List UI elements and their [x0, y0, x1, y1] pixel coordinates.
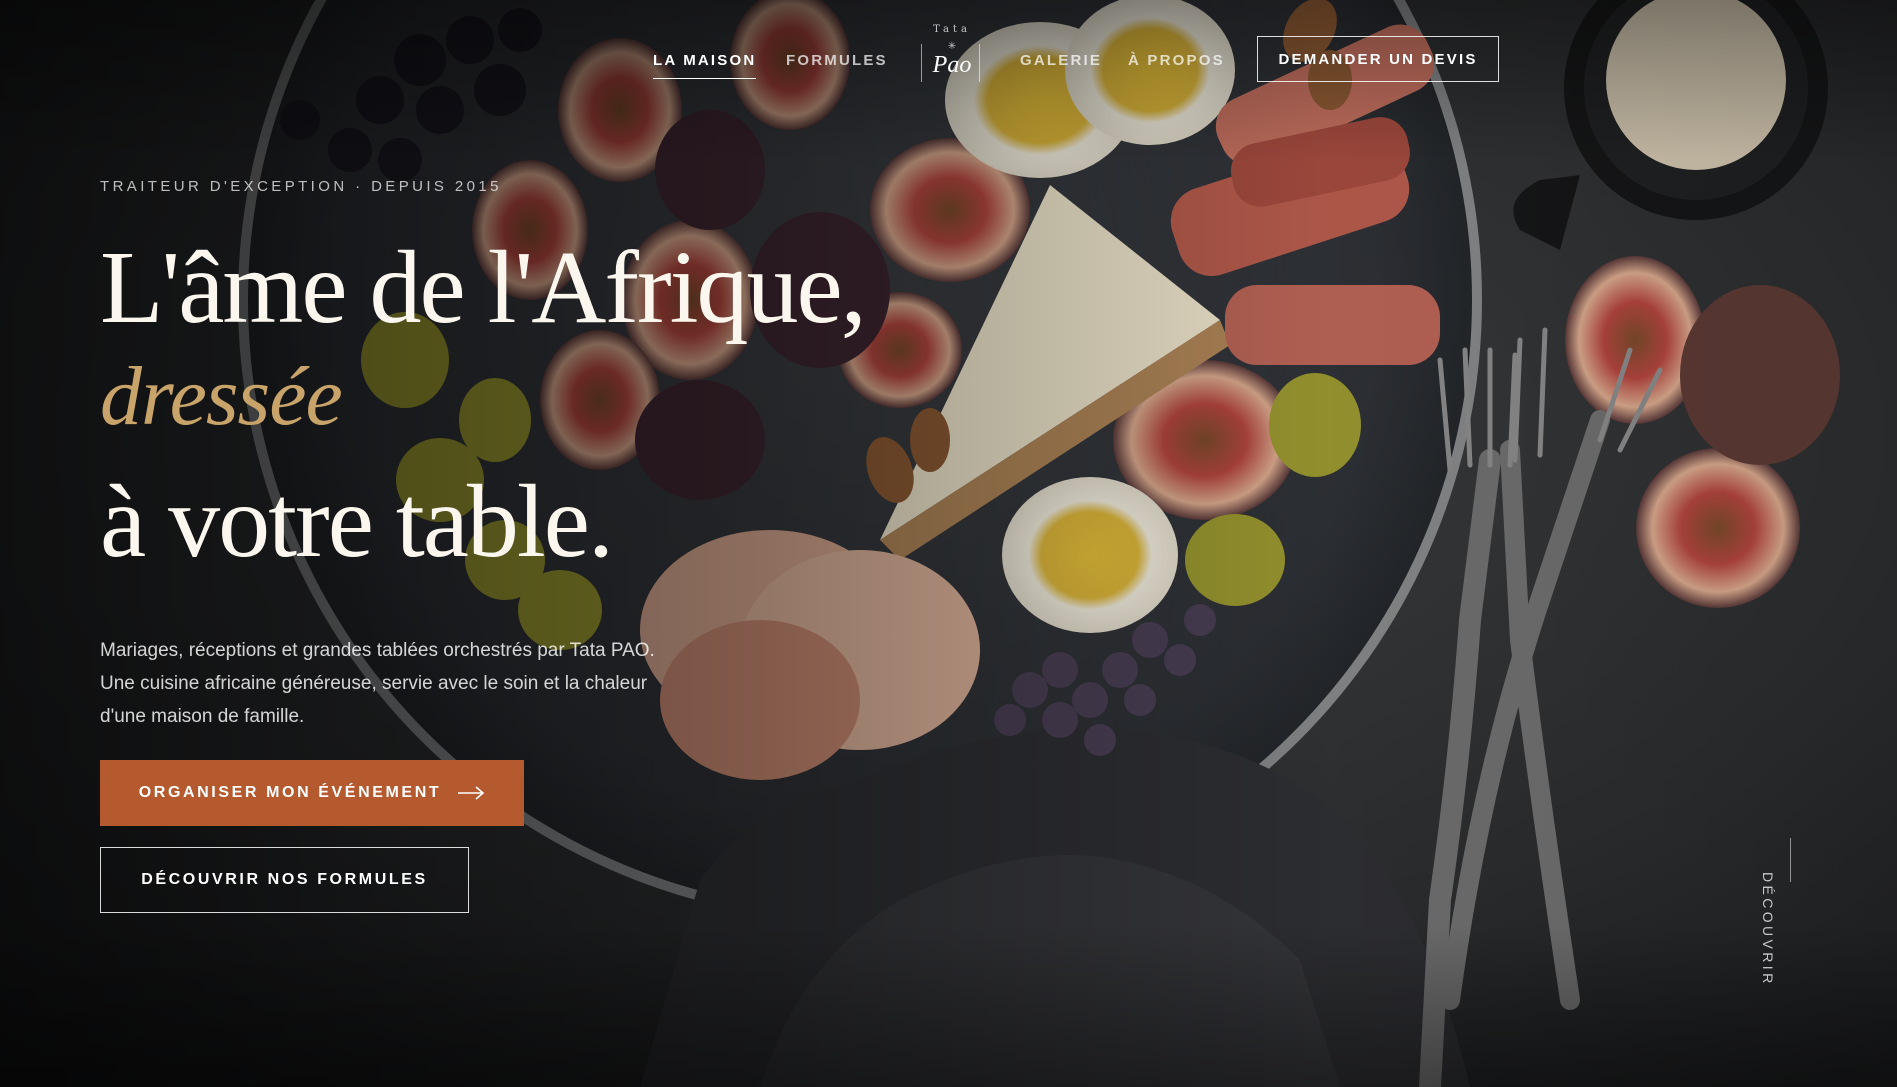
discover-formulas-button[interactable]: DÉCOUVRIR NOS FORMULES [100, 847, 469, 913]
nav-link-galerie[interactable]: GALERIE [1020, 52, 1102, 69]
hero-title-line1: L'âme de l'Afrique, [100, 230, 867, 345]
nav-link-la-maison[interactable]: LA MAISON [653, 52, 757, 79]
nav-divider [979, 44, 980, 82]
organize-event-label: ORGANISER MON ÉVÉNEMENT [138, 784, 442, 801]
brand-logo[interactable]: Tata ✳ Pao [922, 22, 982, 100]
logo-star-icon: ✳ [947, 41, 957, 52]
hero-title-line3: à votre table. [100, 464, 614, 579]
nav-link-a-propos[interactable]: À PROPOS [1128, 52, 1225, 69]
logo-small-text: Tata [933, 24, 971, 35]
arrow-right-icon [457, 786, 485, 800]
request-quote-button[interactable]: DEMANDER UN DEVIS [1257, 36, 1499, 82]
organize-event-button[interactable]: ORGANISER MON ÉVÉNEMENT [100, 760, 524, 826]
logo-main-text: Pao [932, 52, 972, 78]
scroll-indicator-line [1790, 838, 1791, 882]
nav-link-formules[interactable]: FORMULES [786, 52, 888, 69]
hero-lead-text: Mariages, réceptions et grandes tablées … [100, 640, 655, 727]
hero-title-line2: dressée [100, 350, 343, 443]
scroll-down-hint[interactable]: DÉCOUVRIR [1760, 872, 1776, 987]
hero-eyebrow: TRAITEUR D'EXCEPTION · DEPUIS 2015 [100, 178, 502, 195]
